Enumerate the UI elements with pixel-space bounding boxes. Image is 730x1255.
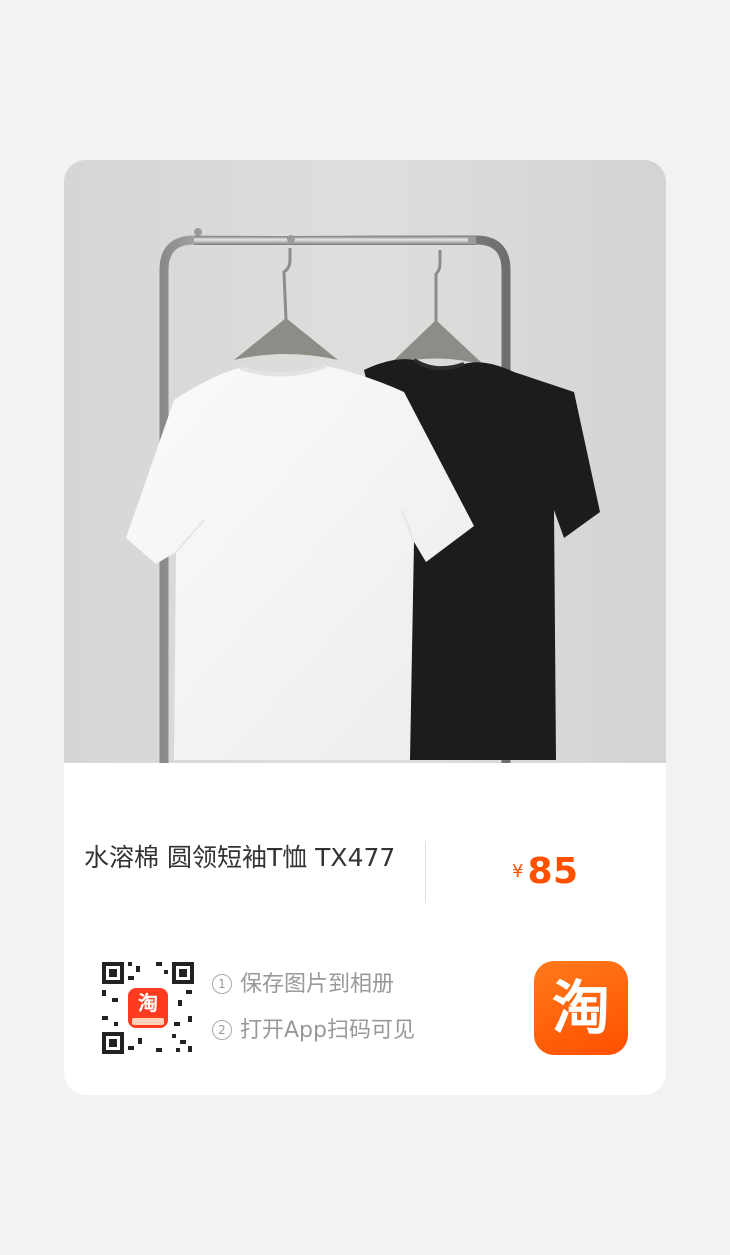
- step-text: 保存图片到相册: [240, 972, 395, 997]
- share-instructions: 1 保存图片到相册 2 打开App扫码可见: [212, 963, 415, 1055]
- product-title: 水溶棉 圆领短袖T恤 TX477: [84, 843, 396, 872]
- step-text: 打开App扫码可见: [240, 1018, 415, 1043]
- instruction-step-2: 2 打开App扫码可见: [212, 1009, 415, 1055]
- price-value: 85: [527, 851, 579, 892]
- currency-symbol: ¥: [512, 861, 524, 882]
- product-image: [64, 160, 666, 763]
- product-share-card: 水溶棉 圆领短袖T恤 TX477 ¥85 淘 1 保存图片到相册 2 打开App…: [64, 160, 666, 1095]
- qr-code-icon: 淘: [98, 958, 198, 1058]
- qr-badge-label: 淘: [138, 991, 158, 1015]
- step-number: 2: [212, 1020, 232, 1040]
- instruction-step-1: 1 保存图片到相册: [212, 963, 415, 1009]
- product-info-section: 水溶棉 圆领短袖T恤 TX477 ¥85 淘 1 保存图片到相册 2 打开App…: [64, 763, 666, 1095]
- step-number: 1: [212, 974, 232, 994]
- taobao-app-logo-icon: 淘: [534, 961, 628, 1055]
- title-price-divider: [425, 841, 426, 903]
- product-price: ¥85: [512, 851, 579, 892]
